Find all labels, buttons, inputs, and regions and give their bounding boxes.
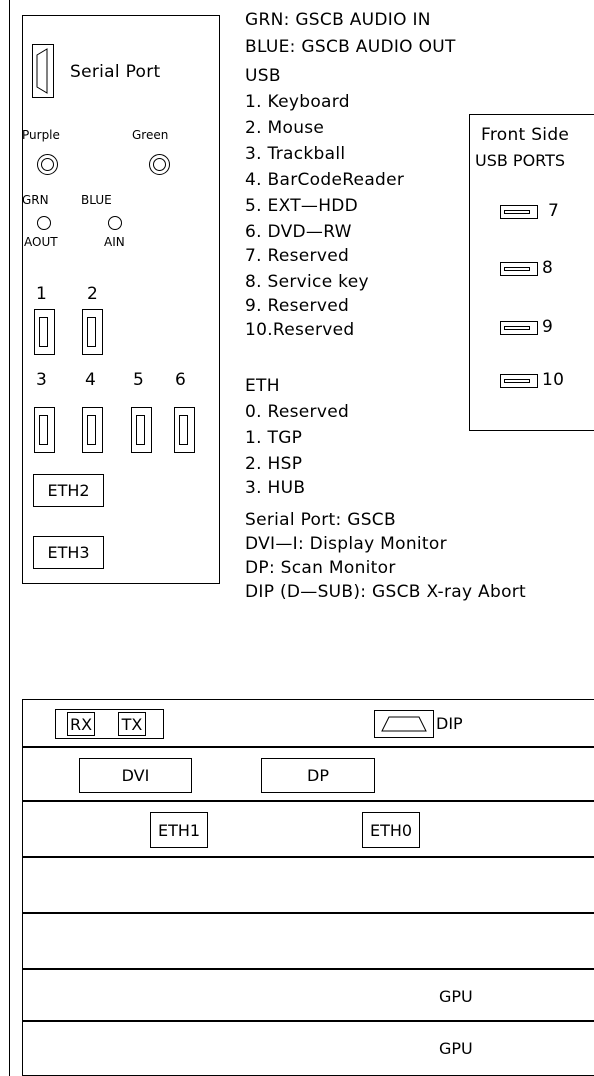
usb-port-5 xyxy=(131,407,152,453)
usb-number-3: 3 xyxy=(36,370,48,390)
legend-serial-port: Serial Port: GSCB xyxy=(245,510,396,530)
eth1-port: ETH1 xyxy=(150,812,208,848)
eth0-port: ETH0 xyxy=(362,812,420,848)
usb-port-3 xyxy=(34,407,55,453)
front-usb-title-line1: Front Side xyxy=(481,125,570,145)
green-audio-jack-icon xyxy=(149,154,170,175)
ain-label: AIN xyxy=(104,235,125,249)
dp-port: DP xyxy=(261,758,375,793)
legend-usb-item: 2. Mouse xyxy=(245,118,325,138)
front-usb-title-line2: USB PORTS xyxy=(475,151,566,170)
row-empty-1 xyxy=(22,857,594,913)
dip-label: DIP xyxy=(436,714,463,733)
front-usb-number-7: 7 xyxy=(548,201,560,221)
gpu-label-2: GPU xyxy=(439,1039,473,1058)
legend-usb-item: 1. Keyboard xyxy=(245,92,350,112)
ain-jack-icon xyxy=(108,216,122,230)
legend-audio-in: GRN: GSCB AUDIO IN xyxy=(245,10,431,30)
legend-eth-item: 2. HSP xyxy=(245,454,303,474)
aout-jack-icon xyxy=(37,216,51,230)
usb-port-6 xyxy=(174,407,195,453)
usb-number-5: 5 xyxy=(133,370,145,390)
legend-dvi: DVI—I: Display Monitor xyxy=(245,534,447,554)
dip-connector-icon xyxy=(374,710,434,738)
usb-number-4: 4 xyxy=(85,370,97,390)
gpu-label-1: GPU xyxy=(439,987,473,1006)
legend-usb-item: 3. Trackball xyxy=(245,144,346,164)
serial-port-icon xyxy=(32,44,54,98)
tx-port: TX xyxy=(118,712,146,736)
legend-audio-out: BLUE: GSCB AUDIO OUT xyxy=(245,37,456,57)
front-usb-port-9 xyxy=(500,321,538,335)
legend-eth-item: 3. HUB xyxy=(245,478,306,498)
usb-port-1 xyxy=(34,309,55,355)
front-usb-number-8: 8 xyxy=(542,258,554,278)
dvi-port: DVI xyxy=(79,758,192,793)
legend-usb-item: 7. Reserved xyxy=(245,246,350,266)
row-dvi-dp: DVI DP xyxy=(22,747,594,801)
row-empty-2 xyxy=(22,913,594,969)
legend-usb-item: 5. EXT—HDD xyxy=(245,196,359,216)
legend-eth-item: 0. Reserved xyxy=(245,402,350,422)
usb-number-2: 2 xyxy=(87,284,99,304)
legend-eth-item: 1. TGP xyxy=(245,428,303,448)
legend-eth-heading: ETH xyxy=(245,376,280,396)
legend-dip: DIP (D—SUB): GSCB X-ray Abort xyxy=(245,582,527,602)
row-gpu-1: GPU xyxy=(22,969,594,1021)
eth3-port: ETH3 xyxy=(33,536,104,569)
eth2-port: ETH2 xyxy=(33,474,104,507)
usb-port-4 xyxy=(82,407,103,453)
rear-panel: Serial Port Purple Green GRN BLUE AOUT A… xyxy=(22,15,220,584)
row-rx-tx-dip: RX TX DIP xyxy=(22,699,594,747)
grn-label: GRN xyxy=(22,193,49,207)
legend-usb-item: 9. Reserved xyxy=(245,296,350,316)
page-left-border xyxy=(9,0,10,1076)
row-gpu-2: GPU xyxy=(22,1021,594,1076)
serial-port-label: Serial Port xyxy=(70,62,161,82)
purple-label: Purple xyxy=(22,128,60,142)
green-label: Green xyxy=(132,128,169,142)
legend-usb-item: 8. Service key xyxy=(245,272,369,292)
rx-port: RX xyxy=(67,712,95,736)
front-usb-port-10 xyxy=(500,374,538,388)
front-usb-port-7 xyxy=(500,205,538,219)
legend-usb-item: 4. BarCodeReader xyxy=(245,170,405,190)
front-usb-number-9: 9 xyxy=(542,317,554,337)
usb-port-2 xyxy=(82,309,103,355)
aout-label: AOUT xyxy=(24,235,58,249)
usb-number-6: 6 xyxy=(175,370,187,390)
usb-number-1: 1 xyxy=(36,284,48,304)
blue-label: BLUE xyxy=(81,193,112,207)
legend-dp: DP: Scan Monitor xyxy=(245,558,396,578)
row-eth1-eth0: ETH1 ETH0 xyxy=(22,801,594,857)
front-usb-number-10: 10 xyxy=(542,370,565,390)
legend-usb-heading: USB xyxy=(245,66,281,86)
front-usb-port-8 xyxy=(500,262,538,276)
front-usb-panel: Front Side USB PORTS 7 8 9 10 xyxy=(469,114,594,431)
legend-usb-item: 10.Reserved xyxy=(245,320,355,340)
legend-usb-item: 6. DVD—RW xyxy=(245,222,352,242)
purple-audio-jack-icon xyxy=(37,154,58,175)
